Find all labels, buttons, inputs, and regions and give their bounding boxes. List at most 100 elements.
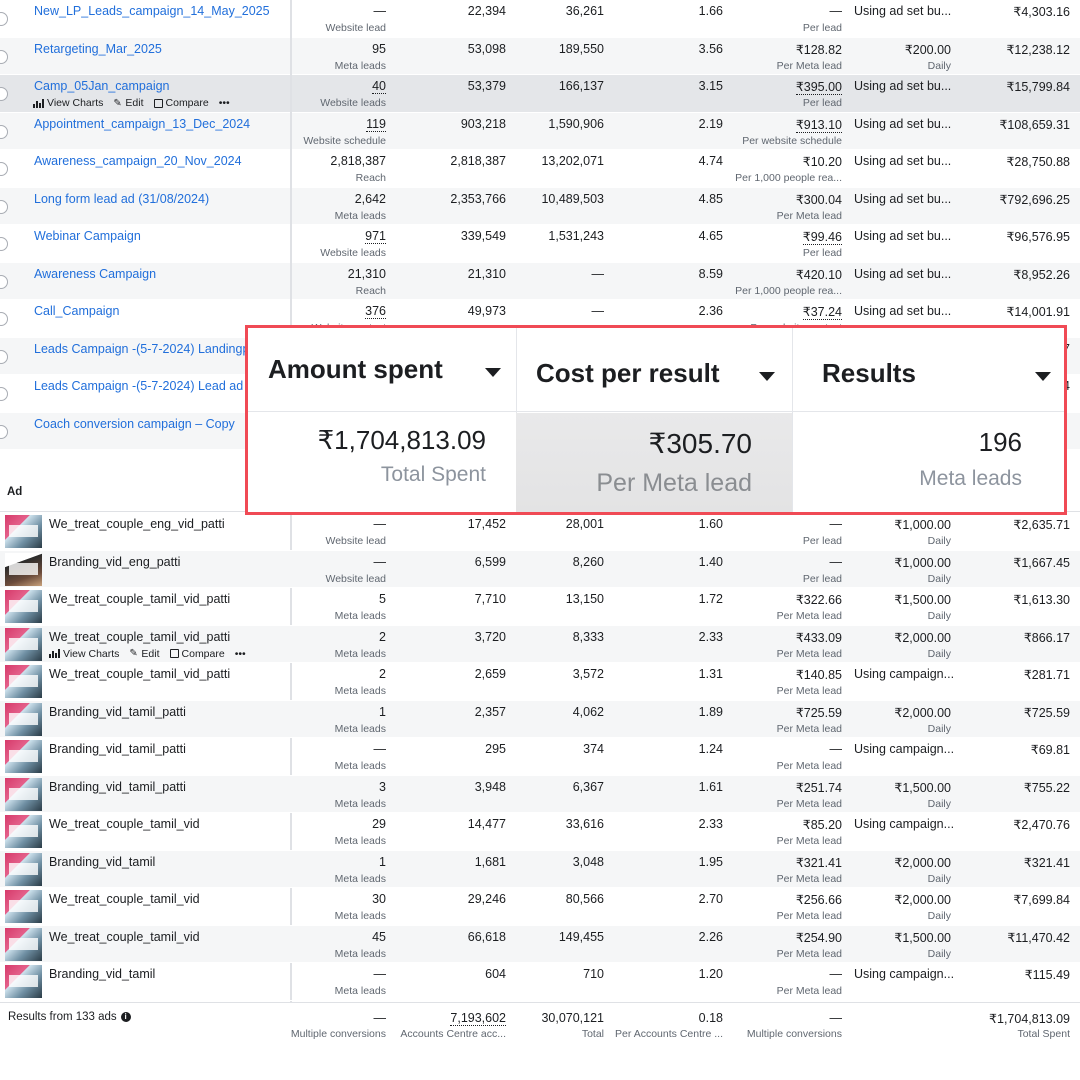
campaign-name-link[interactable]: Webinar Campaign bbox=[34, 229, 141, 243]
row-select-radio[interactable] bbox=[0, 387, 8, 401]
reach-value: 1,681 bbox=[474, 854, 506, 869]
view-charts-button[interactable]: View Charts bbox=[49, 648, 119, 660]
info-icon[interactable]: i bbox=[120, 1012, 131, 1022]
edit-button[interactable]: ✎ Edit bbox=[113, 97, 143, 109]
frequency-value: 1.61 bbox=[698, 779, 723, 794]
ad-row[interactable]: We_treat_couple_tamil_vid_patti 5 7,710 13,… bbox=[0, 588, 1080, 626]
ad-thumbnail bbox=[5, 740, 42, 773]
ad-row[interactable]: Branding_vid_tamil — 604 710 1.20 — Meta leads… bbox=[0, 963, 1080, 1001]
cost-per-result-value: ₹420.10 bbox=[795, 267, 842, 282]
ad-row[interactable]: Branding_vid_tamil_patti — 295 374 1.24 — Meta… bbox=[0, 738, 1080, 776]
campaign-name-link[interactable]: Appointment_campaign_13_Dec_2024 bbox=[34, 117, 250, 131]
campaign-name-link[interactable]: Coach conversion campaign – Copy bbox=[34, 417, 235, 431]
compare-button[interactable]: Compare bbox=[169, 648, 225, 660]
results-type: Reach bbox=[355, 284, 386, 297]
ad-row[interactable]: Branding_vid_eng_patti — 6,599 8,260 1.40 — We… bbox=[0, 550, 1080, 588]
results-value: 196 bbox=[978, 427, 1022, 457]
total-impressions: 30,070,121 bbox=[541, 1011, 604, 1025]
row-select-radio[interactable] bbox=[0, 274, 8, 289]
cost-type: Per website schedule bbox=[742, 134, 842, 147]
row-select-radio[interactable] bbox=[0, 12, 8, 26]
ad-row[interactable]: We_treat_couple_tamil_vid 29 14,477 33,616 2… bbox=[0, 813, 1080, 851]
amount-spent-value: ₹12,238.12 bbox=[1006, 42, 1070, 57]
campaign-row[interactable]: Appointment_campaign_13_Dec_2024 119 903,2… bbox=[0, 112, 1080, 150]
ad-thumbnail bbox=[5, 927, 42, 961]
results-header[interactable]: Results bbox=[792, 328, 1064, 412]
ad-thumbnail bbox=[5, 515, 42, 548]
ad-row[interactable]: Branding_vid_tamil_patti 1 2,357 4,062 1.89 ₹… bbox=[0, 700, 1080, 738]
campaign-name-link[interactable]: Long form lead ad (31/08/2024) bbox=[34, 192, 209, 206]
row-select-radio[interactable] bbox=[0, 49, 8, 64]
results-value: 971 bbox=[365, 229, 386, 244]
campaign-name-link[interactable]: Awareness Campaign bbox=[34, 267, 156, 281]
budget-type: Daily bbox=[927, 647, 951, 660]
total-reach[interactable]: 7,193,602 bbox=[450, 1011, 506, 1026]
sort-caret-icon[interactable] bbox=[1035, 372, 1051, 381]
campaign-row[interactable]: Webinar Campaign 971 339,549 1,531,243 4.65 ₹… bbox=[0, 225, 1080, 263]
impressions-value: 8,260 bbox=[572, 554, 604, 569]
reach-value: 295 bbox=[485, 742, 506, 756]
budget-value: Using ad set bu... bbox=[854, 116, 952, 131]
campaign-row[interactable]: Awareness Campaign 21,310 21,310 — 8.59 ₹420.… bbox=[0, 262, 1080, 300]
row-select-radio[interactable] bbox=[0, 237, 8, 251]
ad-row[interactable]: Branding_vid_tamil 1 1,681 3,048 1.95 ₹321.41… bbox=[0, 850, 1080, 888]
ad-thumbnail bbox=[5, 702, 42, 736]
ad-row[interactable]: We_treat_couple_tamil_vid 45 66,618 149,455… bbox=[0, 925, 1080, 963]
row-select-radio[interactable] bbox=[0, 87, 8, 101]
row-select-radio[interactable] bbox=[0, 162, 8, 176]
campaign-row[interactable]: Retargeting_Mar_2025 95 53,098 189,550 3.56 ₹… bbox=[0, 37, 1080, 75]
results-type: Website lead bbox=[325, 22, 386, 34]
row-select-radio[interactable] bbox=[0, 349, 8, 364]
edit-button[interactable]: ✎ Edit bbox=[129, 648, 159, 660]
amount-spent-header[interactable]: Amount spent bbox=[248, 328, 516, 412]
campaign-name-link[interactable]: Leads Campaign -(5-7-2024) Landingpage bbox=[34, 342, 270, 356]
ad-name: Branding_vid_tamil bbox=[49, 854, 156, 869]
total-spent: ₹1,704,813.09 bbox=[989, 1012, 1070, 1026]
results-value: — bbox=[373, 4, 387, 18]
ad-name: We_treat_couple_tamil_vid bbox=[49, 817, 200, 831]
results-header-label: Results bbox=[822, 358, 916, 388]
compare-icon bbox=[153, 98, 163, 108]
campaign-name-link[interactable]: Retargeting_Mar_2025 bbox=[34, 42, 162, 56]
row-select-radio[interactable] bbox=[0, 199, 8, 214]
cost-per-result-value: ₹140.85 bbox=[795, 668, 842, 682]
row-select-radio[interactable] bbox=[0, 312, 8, 326]
results-type: Website leads bbox=[320, 247, 386, 259]
results-type: Reach bbox=[355, 172, 386, 184]
sort-caret-icon[interactable] bbox=[759, 372, 775, 381]
amount-spent-value: ₹755.22 bbox=[1023, 780, 1070, 795]
ad-row[interactable]: We_treat_couple_tamil_vid 30 29,246 80,566 2… bbox=[0, 888, 1080, 926]
view-charts-button[interactable]: View Charts bbox=[33, 97, 103, 109]
campaign-row[interactable]: New_LP_Leads_campaign_14_May_2025 — 22,394… bbox=[0, 0, 1080, 38]
compare-button[interactable]: Compare bbox=[153, 97, 209, 109]
ad-row[interactable]: We_treat_couple_tamil_vid_patti View Char… bbox=[0, 625, 1080, 663]
impressions-value: 10,489,503 bbox=[541, 191, 604, 206]
ad-thumbnail bbox=[5, 965, 42, 998]
campaign-row[interactable]: Awareness_campaign_20_Nov_2024 2,818,387 2… bbox=[0, 150, 1080, 188]
cost-per-result-header[interactable]: Cost per result bbox=[516, 328, 792, 412]
budget-value: ₹2,000.00 bbox=[894, 630, 951, 645]
row-select-radio[interactable] bbox=[0, 424, 8, 439]
campaign-name-link[interactable]: Call_Campaign bbox=[34, 304, 119, 318]
more-options-button[interactable]: ••• bbox=[219, 97, 230, 109]
cost-type: Per Meta lead bbox=[776, 760, 842, 772]
ad-table: We_treat_couple_eng_vid_patti — 17,452 28,0… bbox=[0, 513, 1080, 1001]
reach-value: 604 bbox=[485, 967, 506, 981]
campaign-row[interactable]: Camp_05Jan_campaign View Charts ✎ Edit Compa… bbox=[0, 75, 1080, 113]
callout-amount-spent-column: Amount spent ₹1,704,813.09 Total Spent bbox=[248, 328, 516, 512]
campaign-name-link[interactable]: Leads Campaign -(5-7-2024) Lead ad bbox=[34, 379, 243, 393]
results-type: Website lead bbox=[325, 572, 386, 585]
campaign-name-link[interactable]: New_LP_Leads_campaign_14_May_2025 bbox=[34, 4, 270, 18]
campaign-name-link[interactable]: Camp_05Jan_campaign bbox=[34, 79, 170, 93]
frequency-value: 1.66 bbox=[698, 4, 723, 18]
sort-caret-icon[interactable] bbox=[485, 368, 501, 377]
campaign-name-link[interactable]: Awareness_campaign_20_Nov_2024 bbox=[34, 154, 242, 168]
ad-row[interactable]: Branding_vid_tamil_patti 3 3,948 6,367 1.61 ₹… bbox=[0, 775, 1080, 813]
campaign-row[interactable]: Long form lead ad (31/08/2024) 2,642 2,353… bbox=[0, 187, 1080, 225]
impressions-value: 8,333 bbox=[572, 629, 604, 644]
row-select-radio[interactable] bbox=[0, 124, 8, 139]
ad-row[interactable]: We_treat_couple_tamil_vid_patti 2 2,659 3,5… bbox=[0, 663, 1080, 701]
ad-name: Branding_vid_eng_patti bbox=[49, 554, 181, 569]
ad-row[interactable]: We_treat_couple_eng_vid_patti — 17,452 28,0… bbox=[0, 513, 1080, 551]
more-options-button[interactable]: ••• bbox=[235, 648, 246, 660]
